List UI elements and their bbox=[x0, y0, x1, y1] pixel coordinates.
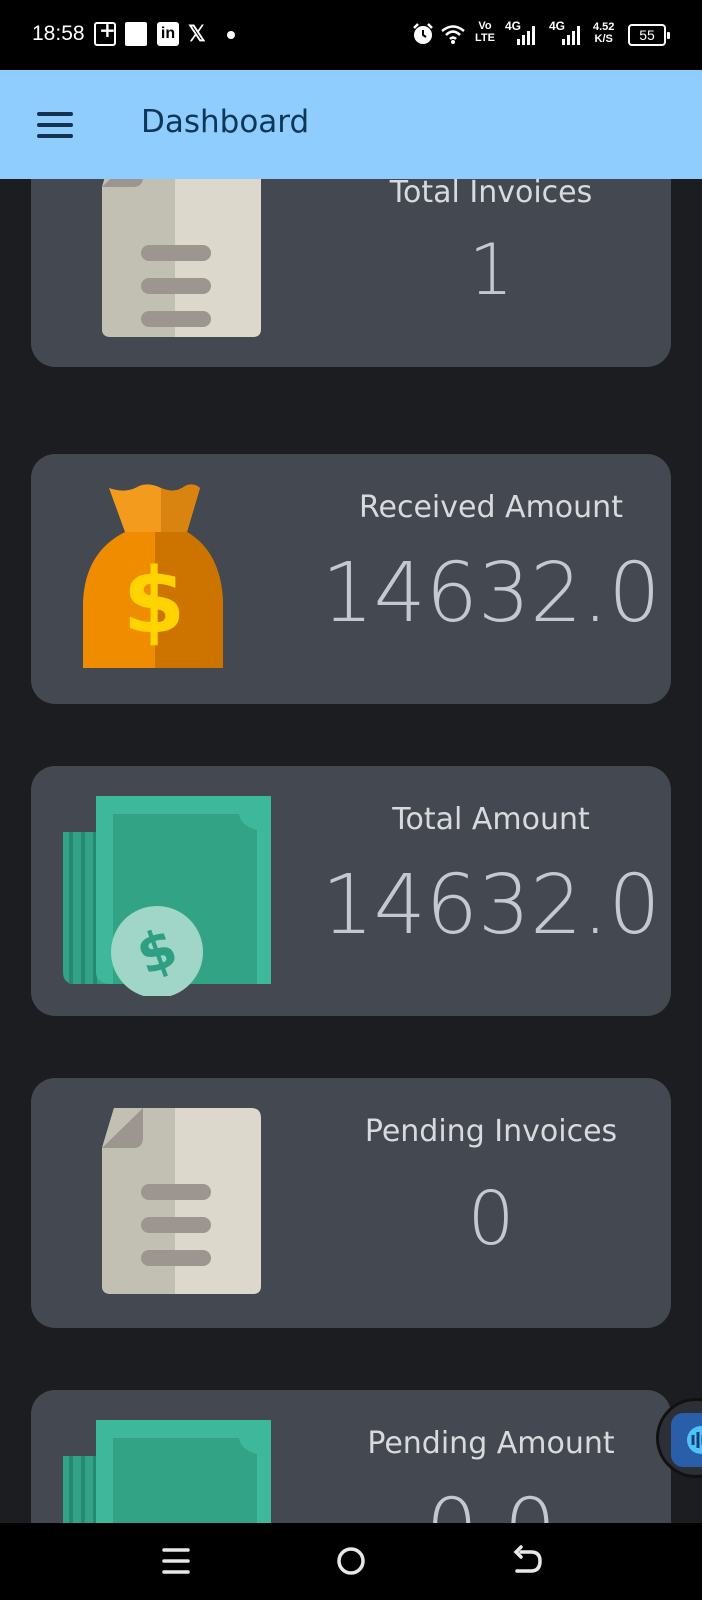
add-box-icon bbox=[94, 18, 116, 46]
signal-icon bbox=[562, 26, 580, 45]
card-title: Pending Amount bbox=[367, 1426, 615, 1461]
wifi-icon bbox=[441, 25, 465, 44]
card-title: Total Amount bbox=[392, 802, 590, 837]
x-icon: 𝕏 bbox=[188, 21, 206, 46]
card-title: Received Amount bbox=[359, 490, 623, 525]
status-time: 18:58 bbox=[32, 22, 85, 45]
card-value: 0.0 bbox=[311, 1482, 671, 1523]
document-icon bbox=[102, 1108, 261, 1294]
battery-indicator: 55 bbox=[628, 24, 670, 46]
linkedin-icon: in bbox=[157, 22, 179, 46]
white-square-icon bbox=[125, 22, 147, 46]
card-value: 14632.0 bbox=[321, 858, 661, 953]
received-amount-card[interactable]: $ Received Amount 14632.0 bbox=[31, 454, 671, 704]
home-icon[interactable] bbox=[331, 1541, 371, 1581]
card-title: Pending Invoices bbox=[364, 1114, 618, 1149]
total-amount-card[interactable]: $ Total Amount 14632.0 bbox=[31, 766, 671, 1016]
total-invoices-card[interactable]: Total Invoices 1 bbox=[31, 179, 671, 367]
network-speed: 4.52 K/S bbox=[593, 21, 615, 45]
page-title: Dashboard bbox=[141, 104, 310, 140]
card-value: 14632.0 bbox=[321, 546, 661, 641]
recent-apps-icon[interactable] bbox=[156, 1541, 196, 1581]
card-value: 1 bbox=[468, 229, 514, 311]
pending-amount-card[interactable]: Pending Amount 0.0 bbox=[31, 1390, 671, 1523]
assistant-icon bbox=[671, 1413, 702, 1467]
cash-stack-icon: $ bbox=[63, 796, 271, 996]
dashboard-content[interactable]: Total Invoices 1 $ Received Amount 14632… bbox=[0, 179, 702, 1523]
signal-icon bbox=[517, 26, 535, 45]
volte-indicator: Vo LTE bbox=[475, 20, 495, 44]
hamburger-menu-icon[interactable] bbox=[37, 112, 73, 138]
svg-text:$: $ bbox=[123, 549, 186, 654]
document-icon bbox=[102, 179, 261, 337]
alarm-icon bbox=[413, 23, 433, 44]
pending-invoices-card[interactable]: Pending Invoices 0 bbox=[31, 1078, 671, 1328]
app-bar: Dashboard bbox=[0, 70, 702, 179]
card-value: 0 bbox=[467, 1176, 515, 1262]
status-bar: 18:58 in 𝕏 Vo LTE 4G 4G 4.52 K/S 55 bbox=[0, 0, 702, 70]
cash-stack-icon bbox=[63, 1420, 271, 1523]
dot-icon bbox=[227, 31, 235, 39]
back-icon[interactable] bbox=[507, 1541, 547, 1581]
money-bag-icon: $ bbox=[83, 484, 223, 668]
navigation-bar bbox=[0, 1523, 702, 1600]
card-title: Total Invoices bbox=[389, 179, 593, 210]
